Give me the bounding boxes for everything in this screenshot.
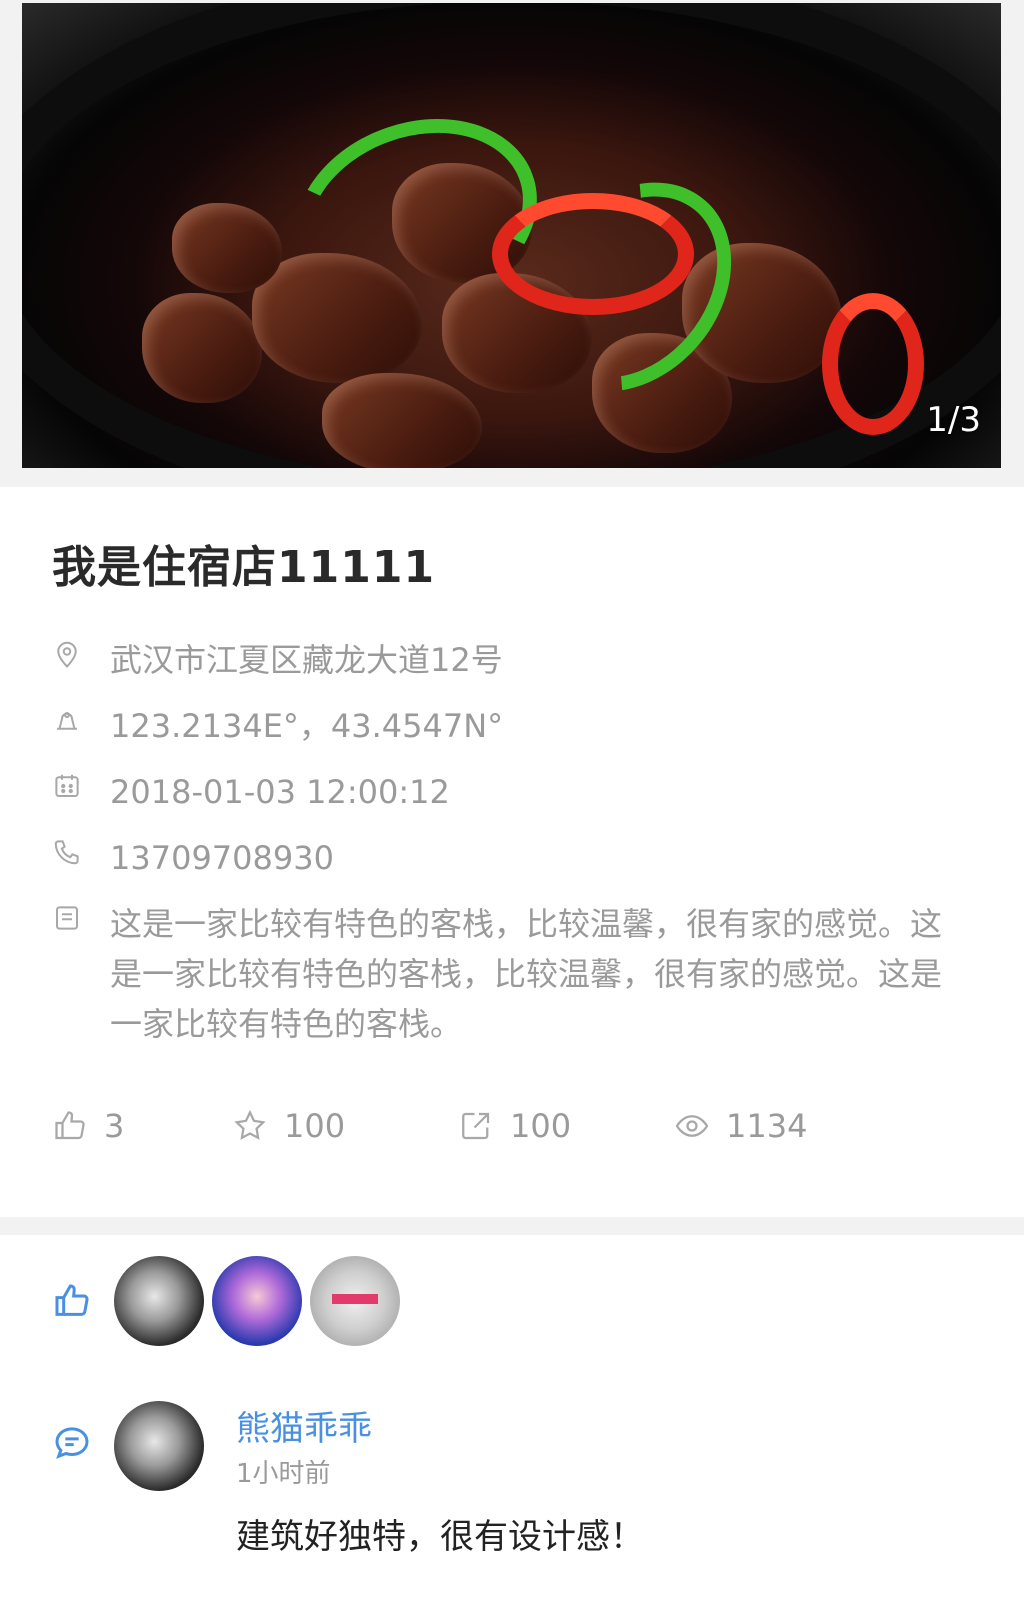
view-stat: 1134 bbox=[674, 1107, 807, 1145]
shop-address: 武汉市江夏区藏龙大道12号 bbox=[110, 641, 503, 679]
shop-datetime: 2018-01-03 12:00:12 bbox=[110, 773, 450, 811]
address-row[interactable]: 武汉市江夏区藏龙大道12号 bbox=[52, 635, 503, 685]
note-icon bbox=[56, 906, 78, 930]
gallery: 1/3 bbox=[0, 0, 1024, 487]
avatar[interactable] bbox=[212, 1256, 302, 1346]
location-pin-icon bbox=[57, 641, 77, 668]
shop-phone: 13709708930 bbox=[110, 839, 334, 877]
share-count: 100 bbox=[510, 1107, 572, 1145]
share-stat[interactable]: 100 bbox=[458, 1107, 571, 1145]
phone-row[interactable]: 13709708930 bbox=[52, 833, 334, 883]
pepper-piece bbox=[822, 293, 924, 435]
favorite-count: 100 bbox=[284, 1107, 346, 1145]
shop-info-card: 我是住宿店11111 武汉市江夏区藏龙大道12号 123.2134E°，43.4… bbox=[0, 487, 1024, 1217]
phone-icon bbox=[54, 840, 79, 865]
thumbs-up-icon bbox=[55, 1284, 89, 1316]
comment-username[interactable]: 熊猫乖乖 bbox=[236, 1401, 372, 1450]
comment-time: 1小时前 bbox=[236, 1459, 331, 1489]
shop-title: 我是住宿店11111 bbox=[52, 542, 436, 593]
avatar[interactable] bbox=[114, 1256, 204, 1346]
view-count: 1134 bbox=[726, 1107, 808, 1145]
like-stat[interactable]: 3 bbox=[52, 1107, 124, 1145]
thumbs-up-icon bbox=[55, 1111, 85, 1140]
comment-text: 建筑好独特，很有设计感！ bbox=[236, 1517, 644, 1557]
pepper-piece bbox=[492, 193, 694, 315]
coordinates-row: 123.2134E°，43.4547N° bbox=[52, 701, 503, 751]
coordinates-icon bbox=[57, 712, 77, 730]
social-section: 熊猫乖乖 1小时前 建筑好独特，很有设计感！ bbox=[0, 1235, 1024, 1597]
shop-description: 这是一家比较有特色的客栈，比较温馨，很有家的感觉。这是一家比较有特色的客栈，比较… bbox=[110, 905, 943, 1043]
gallery-counter: 1/3 bbox=[926, 400, 981, 440]
liked-by-row bbox=[52, 1255, 408, 1347]
shop-coordinates: 123.2134E°，43.4547N° bbox=[110, 707, 504, 745]
gallery-image[interactable]: 1/3 bbox=[22, 3, 1001, 468]
avatar[interactable] bbox=[310, 1256, 400, 1346]
share-icon bbox=[462, 1112, 490, 1140]
comment-avatar[interactable] bbox=[114, 1401, 204, 1491]
datetime-row: 2018-01-03 12:00:12 bbox=[52, 767, 450, 817]
description-row: 这是一家比较有特色的客栈，比较温馨，很有家的感觉。这是一家比较有特色的客栈，比较… bbox=[52, 899, 960, 1049]
like-count: 3 bbox=[104, 1107, 125, 1145]
favorite-stat[interactable]: 100 bbox=[232, 1107, 345, 1145]
comment-icon bbox=[55, 1427, 89, 1459]
eye-icon bbox=[675, 1115, 709, 1137]
calendar-icon bbox=[55, 774, 79, 797]
star-icon bbox=[234, 1109, 266, 1140]
